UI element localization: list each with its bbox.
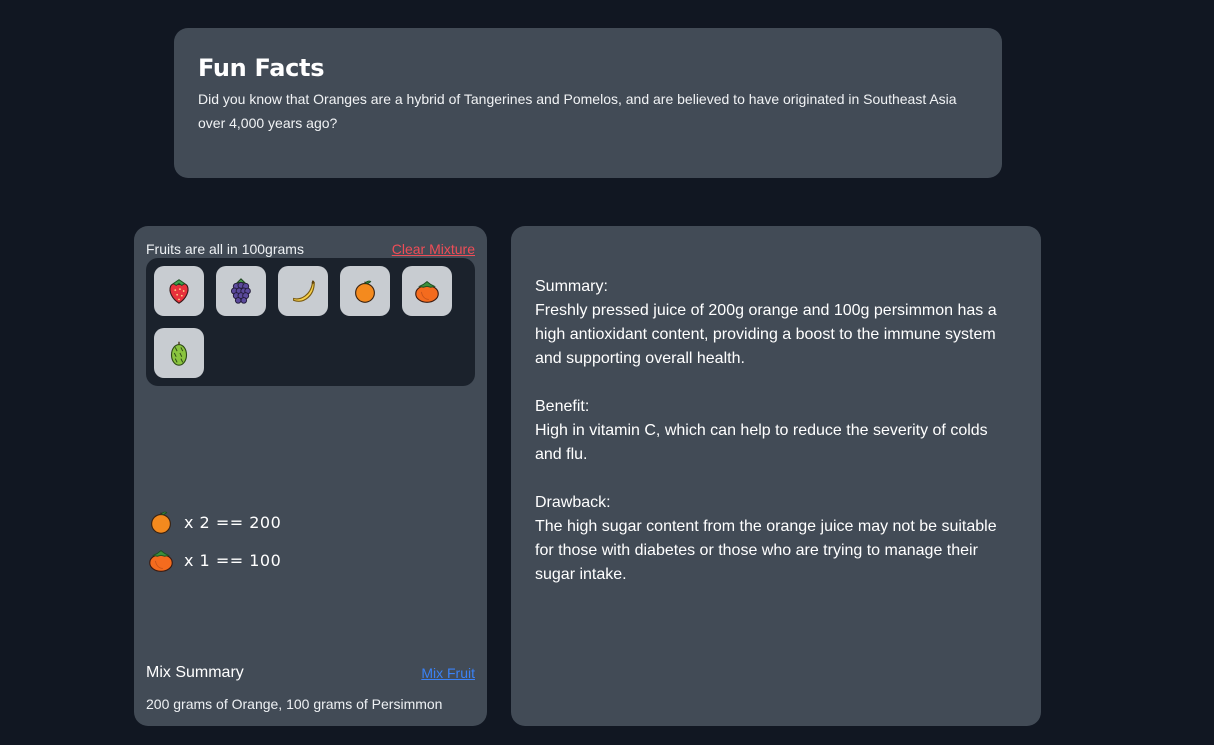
fruit-button-orange[interactable]: [340, 266, 390, 316]
persimmon-icon: [149, 550, 173, 572]
mix-summary-header: Mix Summary Mix Fruit: [146, 664, 475, 682]
summary-section: Summary: Freshly pressed juice of 200g o…: [535, 275, 1017, 371]
fruit-button-persimmon[interactable]: [402, 266, 452, 316]
mix-row-orange-text: x 2 == 200: [184, 512, 282, 532]
benefit-heading: Benefit:: [535, 398, 590, 415]
fruit-button-banana[interactable]: [278, 266, 328, 316]
mix-row-persimmon-text: x 1 == 100: [184, 550, 282, 570]
orange-icon: [151, 511, 171, 534]
mix-row-orange: x 2 == 200: [146, 505, 281, 539]
weight-note: Fruits are all in 100grams: [146, 241, 304, 257]
drawback-text: The high sugar content from the orange j…: [535, 518, 997, 583]
mix-summary-title: Mix Summary: [146, 664, 244, 681]
fun-facts-card: Fun Facts Did you know that Oranges are …: [174, 28, 1002, 178]
orange-icon: [355, 280, 375, 303]
fruit-picker-tray: [146, 258, 475, 386]
strawberry-icon: [169, 279, 189, 304]
fruit-button-durian[interactable]: [154, 328, 204, 378]
fruit-button-blackberry[interactable]: [216, 266, 266, 316]
mix-fruit-link[interactable]: Mix Fruit: [421, 665, 475, 681]
mixer-header: Fruits are all in 100grams Clear Mixture: [146, 240, 475, 258]
fruit-mixer-card: Fruits are all in 100grams Clear Mixture: [134, 226, 487, 726]
summary-heading: Summary:: [535, 278, 608, 295]
durian-icon: [170, 341, 188, 366]
mix-row-persimmon: x 1 == 100: [146, 543, 281, 577]
benefit-section: Benefit: High in vitamin C, which can he…: [535, 395, 1017, 467]
blackberry-icon: [230, 278, 251, 304]
drawback-section: Drawback: The high sugar content from th…: [535, 491, 1017, 587]
persimmon-icon: [415, 281, 439, 303]
mix-summary-text: 200 grams of Orange, 100 grams of Persim…: [146, 696, 443, 712]
benefit-text: High in vitamin C, which can help to red…: [535, 422, 988, 463]
drawback-heading: Drawback:: [535, 494, 611, 511]
juice-result-card: Summary: Freshly pressed juice of 200g o…: [511, 226, 1041, 726]
clear-mixture-link[interactable]: Clear Mixture: [392, 241, 475, 257]
fruit-button-strawberry[interactable]: [154, 266, 204, 316]
banana-icon: [293, 280, 315, 302]
fun-facts-text: Did you know that Oranges are a hybrid o…: [198, 91, 957, 131]
fun-facts-title: Fun Facts: [198, 54, 325, 82]
summary-text: Freshly pressed juice of 200g orange and…: [535, 302, 997, 367]
